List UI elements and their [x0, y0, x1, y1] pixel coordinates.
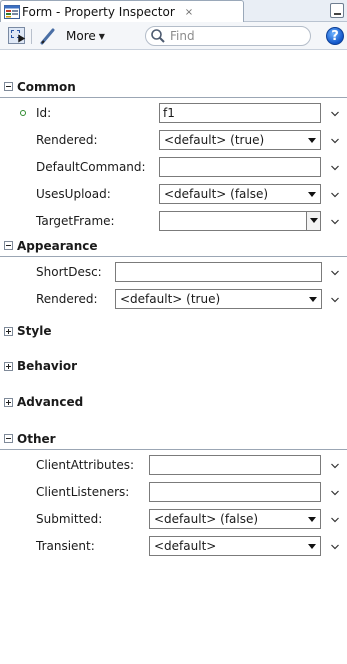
property-row-targetframe: TargetFrame:	[0, 207, 347, 235]
group-header-appearance[interactable]: Appearance	[0, 235, 347, 257]
property-inspector-icon	[4, 5, 20, 19]
select-value: <default> (false)	[164, 187, 269, 201]
property-label: ClientListeners:	[36, 485, 130, 499]
dropdown-arrow-icon	[308, 138, 316, 143]
tab-title: Form - Property Inspector	[22, 5, 175, 19]
help-icon[interactable]: ?	[326, 27, 344, 45]
rendered-select[interactable]: <default> (true)	[115, 289, 322, 309]
property-row-clientattributes: ClientAttributes:	[0, 451, 347, 479]
property-row-usesupload: UsesUpload: <default> (false)	[0, 180, 347, 208]
chevron-down-icon[interactable]	[331, 188, 339, 198]
collapse-toggle-icon[interactable]	[4, 241, 13, 250]
more-label: More	[66, 29, 96, 43]
chevron-down-icon[interactable]	[331, 161, 339, 171]
chevron-down-icon[interactable]	[331, 134, 339, 144]
property-row-id: Id: f1	[0, 99, 347, 127]
chevron-down-icon[interactable]	[331, 486, 339, 496]
transient-select[interactable]: <default>	[149, 536, 321, 556]
dropdown-arrow-icon	[308, 544, 316, 549]
collapse-toggle-icon[interactable]	[4, 82, 13, 91]
toolbar-separator	[31, 29, 32, 44]
group-title: Style	[17, 324, 52, 338]
select-value: <default> (true)	[164, 133, 265, 147]
property-label: Transient:	[36, 539, 95, 553]
rendered-select[interactable]: <default> (true)	[159, 130, 321, 150]
property-label: ShortDesc:	[36, 265, 102, 279]
chevron-down-icon[interactable]	[331, 459, 339, 469]
property-row-rendered: Rendered: <default> (true)	[0, 126, 347, 154]
usesupload-select[interactable]: <default> (false)	[159, 184, 321, 204]
collapse-toggle-icon[interactable]	[4, 434, 13, 443]
property-label: Rendered:	[36, 292, 98, 306]
toolbar: More ▼ ?	[0, 22, 347, 50]
select-value: <default> (false)	[154, 512, 259, 526]
group-header-advanced[interactable]: Advanced	[0, 391, 347, 413]
clientlisteners-field[interactable]	[149, 482, 321, 502]
property-row-clientlisteners: ClientListeners:	[0, 478, 347, 506]
select-icon[interactable]	[8, 27, 25, 44]
select-value: <default>	[154, 539, 217, 553]
property-row-submitted: Submitted: <default> (false)	[0, 505, 347, 533]
tab-strip: Form - Property Inspector ×	[0, 0, 347, 23]
chevron-down-icon[interactable]	[331, 293, 339, 303]
group-title: Appearance	[17, 238, 98, 253]
id-field[interactable]: f1	[159, 103, 321, 123]
group-title: Advanced	[17, 395, 84, 409]
clientattributes-field[interactable]	[149, 455, 321, 475]
defaultcommand-field[interactable]	[159, 157, 321, 177]
property-label: TargetFrame:	[36, 214, 115, 228]
search-icon	[150, 28, 166, 44]
chevron-down-icon[interactable]	[331, 107, 339, 117]
property-row-shortdesc: ShortDesc:	[0, 258, 347, 286]
group-header-style[interactable]: Style	[0, 320, 347, 342]
property-row-defaultcommand: DefaultCommand:	[0, 153, 347, 181]
dropdown-arrow-icon	[308, 192, 316, 197]
expand-toggle-icon[interactable]	[4, 397, 13, 407]
group-header-common[interactable]: Common	[0, 76, 347, 98]
chevron-down-icon[interactable]	[331, 513, 339, 523]
more-menu-button[interactable]: More ▼	[66, 28, 105, 44]
dropdown-arrow-icon	[309, 297, 317, 302]
property-label: Submitted:	[36, 512, 103, 526]
dropdown-arrow-icon[interactable]	[306, 212, 320, 230]
minimize-button[interactable]	[330, 3, 344, 18]
group-header-other[interactable]: Other	[0, 428, 347, 450]
submitted-select[interactable]: <default> (false)	[149, 509, 321, 529]
dropdown-arrow-icon	[308, 517, 316, 522]
tab-property-inspector[interactable]: Form - Property Inspector ×	[0, 0, 244, 23]
set-property-marker-icon	[20, 110, 26, 116]
property-label: Id:	[36, 106, 52, 120]
pencil-icon[interactable]	[39, 27, 55, 45]
caret-down-icon: ▼	[98, 31, 105, 41]
chevron-down-icon[interactable]	[331, 266, 339, 276]
property-row-transient: Transient: <default>	[0, 532, 347, 560]
property-label: DefaultCommand:	[36, 160, 146, 174]
group-title: Other	[17, 431, 56, 446]
chevron-down-icon[interactable]	[331, 215, 339, 225]
find-field[interactable]	[145, 26, 311, 46]
group-title: Common	[17, 79, 76, 94]
targetframe-combo[interactable]	[159, 211, 321, 231]
shortdesc-field[interactable]	[115, 262, 322, 282]
property-label: ClientAttributes:	[36, 458, 135, 472]
select-value: <default> (true)	[120, 292, 221, 306]
expand-toggle-icon[interactable]	[4, 326, 13, 336]
group-header-behavior[interactable]: Behavior	[0, 355, 347, 377]
find-input[interactable]	[170, 29, 300, 43]
close-tab-icon[interactable]: ×	[185, 7, 193, 18]
property-label: Rendered:	[36, 133, 98, 147]
chevron-down-icon[interactable]	[331, 540, 339, 550]
property-row-rendered: Rendered: <default> (true)	[0, 285, 347, 313]
group-title: Behavior	[17, 359, 78, 373]
expand-toggle-icon[interactable]	[4, 361, 13, 371]
property-label: UsesUpload:	[36, 187, 111, 201]
